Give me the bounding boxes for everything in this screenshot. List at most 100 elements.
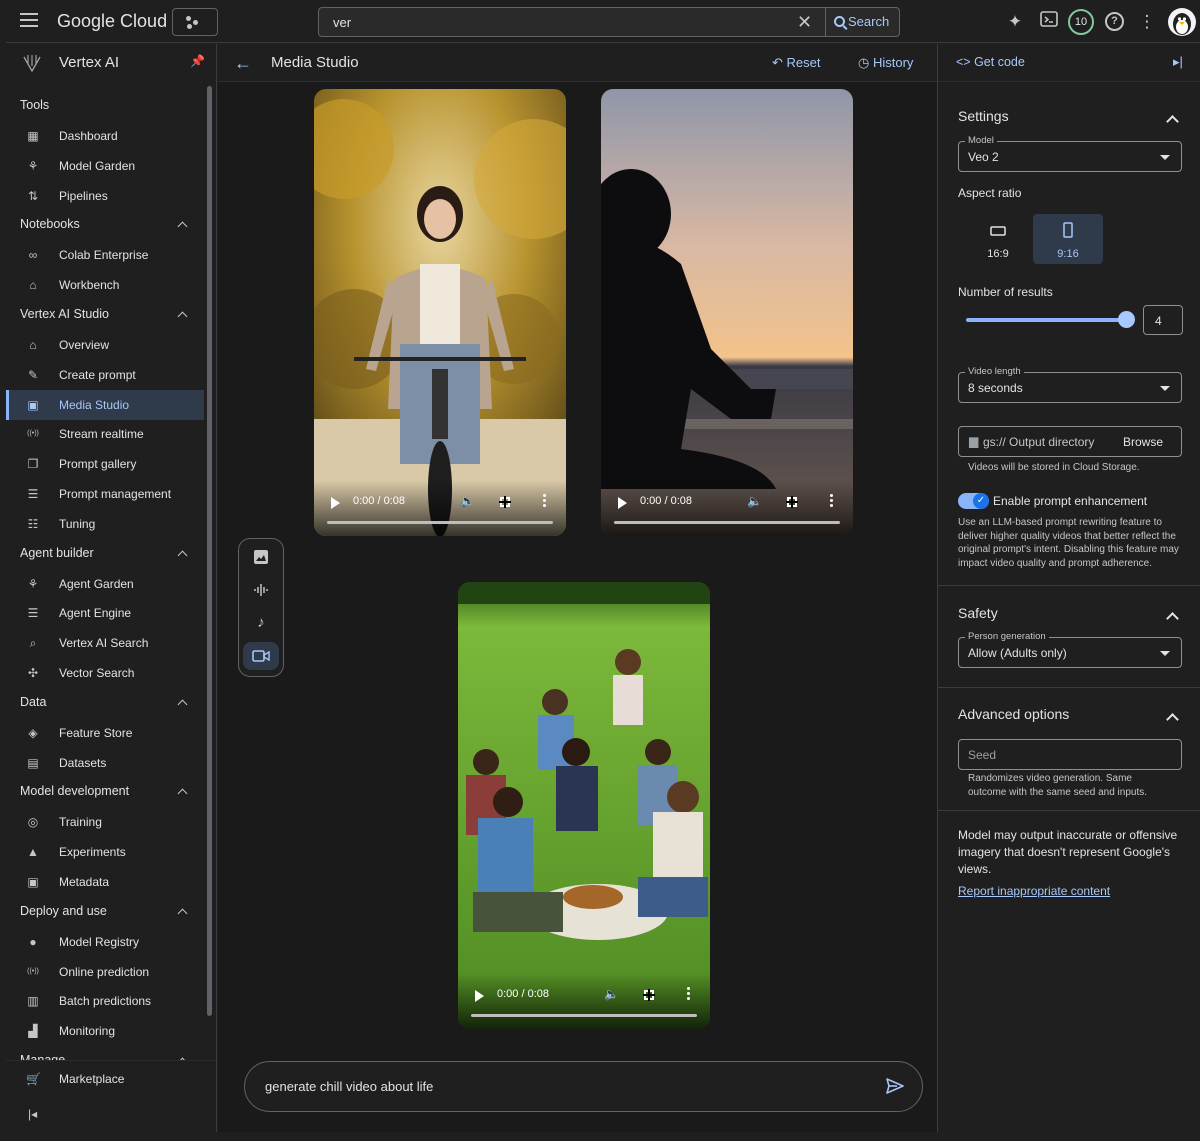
chevron-up-icon[interactable] [177,697,187,707]
sidebar-item-colab-enterprise[interactable]: ∞ Colab Enterprise [6,240,204,270]
collapse-settings-icon[interactable] [1166,112,1178,124]
search-input[interactable]: ver [333,15,351,30]
video-player-cycling[interactable]: 0:00 / 0:08 🔈 [314,89,566,536]
sidebar-item-agent-garden[interactable]: ⚘ Agent Garden [6,569,204,599]
browse-button[interactable]: Browse [1123,435,1163,449]
sidebar-item-prompt-management[interactable]: ☰ Prompt management [6,479,204,509]
volume-icon[interactable]: 🔈 [604,987,619,1001]
sidebar-item-monitoring[interactable]: ▟ Monitoring [6,1016,204,1046]
volume-icon[interactable]: 🔈 [747,494,762,508]
video-more-icon[interactable] [830,494,833,508]
sidebar-item-datasets[interactable]: ▤ Datasets [6,748,204,778]
music-note-icon[interactable]: ♪ [243,609,279,637]
gemini-spark-icon[interactable]: ✦ [1004,11,1026,33]
sidebar-item-feature-store[interactable]: ◈ Feature Store [6,718,204,748]
results-slider[interactable] [966,318,1128,322]
play-icon[interactable] [618,497,627,509]
video-player-picnic[interactable]: 0:00 / 0:08 🔈 [458,582,710,1029]
video-player-meditation[interactable]: 0:00 / 0:08 🔈 [601,89,853,536]
sidebar-section-notebooks[interactable]: Notebooks [20,217,80,231]
fullscreen-icon[interactable] [643,989,655,1001]
output-directory-input[interactable]: gs:// Output directory [983,435,1094,449]
sidebar-item-batch-predictions[interactable]: ▥ Batch predictions [6,986,204,1016]
sidebar-item-marketplace[interactable]: 🛒 Marketplace [6,1064,204,1094]
sidebar-section-data[interactable]: Data [20,695,46,709]
prompt-enhancement-toggle[interactable] [958,493,989,509]
avatar[interactable] [1168,8,1196,36]
collapse-panel-icon[interactable]: ▸| [1173,54,1183,70]
search-bar[interactable]: ver ✕ Search [318,7,900,37]
ratio-16-9-button[interactable]: 16:9 [963,214,1033,264]
sidebar-item-create-prompt[interactable]: ✎ Create prompt [6,360,204,390]
report-content-link[interactable]: Report inappropriate content [958,884,1110,898]
person-generation-select[interactable]: Person generation Allow (Adults only) [958,631,1182,668]
video-more-icon[interactable] [543,494,546,508]
sidebar-item-model-registry[interactable]: ● Model Registry [6,927,204,957]
send-icon[interactable] [885,1076,905,1096]
prompt-text[interactable]: generate chill video about life [265,1079,433,1094]
chevron-up-icon[interactable] [177,309,187,319]
sidebar-item-prompt-gallery[interactable]: ❐ Prompt gallery [6,449,204,479]
collapse-advanced-icon[interactable] [1166,710,1178,722]
play-icon[interactable] [331,497,340,509]
sidebar-item-training[interactable]: ◎ Training [6,807,204,837]
collapse-sidebar-icon[interactable]: |◂ [28,1107,37,1121]
chevron-up-icon[interactable] [177,548,187,558]
output-directory-field[interactable]: ▆ gs:// Output directory Browse [958,426,1182,457]
reset-button[interactable]: ↶ Reset [772,55,820,71]
sidebar-scrollbar[interactable] [207,86,212,1016]
video-progress-bar[interactable] [471,1014,697,1017]
chevron-up-icon[interactable] [177,906,187,916]
sidebar-item-agent-engine[interactable]: ☰ Agent Engine [6,598,204,628]
clear-search-icon[interactable]: ✕ [797,12,812,33]
sidebar-item-vector-search[interactable]: ✣ Vector Search [6,658,204,688]
seed-input[interactable]: Seed [958,739,1182,770]
sidebar-item-online-prediction[interactable]: ((•)) Online prediction [6,957,204,987]
google-cloud-logo[interactable]: Google Cloud [57,11,167,32]
sidebar-item-pipelines[interactable]: ⇅ Pipelines [6,181,204,211]
video-more-icon[interactable] [687,987,690,1001]
results-count-input[interactable]: 4 [1143,305,1183,335]
sidebar-item-media-studio[interactable]: ▣ Media Studio [6,389,204,420]
chevron-up-icon[interactable] [177,219,187,229]
search-button[interactable]: Search [825,7,901,37]
fullscreen-icon[interactable] [786,496,798,508]
sidebar-item-stream-realtime[interactable]: ((•)) Stream realtime [6,419,204,449]
audio-wave-icon[interactable] [243,576,279,604]
back-arrow-icon[interactable]: ← [234,53,252,74]
notifications-badge[interactable]: 10 [1068,9,1094,35]
video-length-select[interactable]: Video length 8 seconds [958,366,1182,403]
prompt-input[interactable]: generate chill video about life [244,1061,923,1112]
video-camera-icon[interactable] [243,642,279,670]
pin-icon[interactable]: 📌 [190,54,205,68]
image-icon[interactable] [243,543,279,571]
help-icon[interactable]: ? [1105,12,1124,31]
sidebar-item-workbench[interactable]: ⌂ Workbench [6,270,204,300]
sidebar-section-vertex-ai-studio[interactable]: Vertex AI Studio [20,307,109,321]
sidebar-item-tuning[interactable]: ☷ Tuning [6,509,204,539]
project-picker-button[interactable] [172,8,218,36]
sidebar-section-agent-builder[interactable]: Agent builder [20,546,94,560]
play-icon[interactable] [475,990,484,1002]
model-select[interactable]: Model Veo 2 [958,135,1182,172]
more-options-icon[interactable]: ⋮ [1136,11,1158,33]
menu-icon[interactable] [20,13,38,27]
chevron-up-icon[interactable] [177,786,187,796]
fullscreen-icon[interactable] [499,496,511,508]
ratio-9-16-button[interactable]: 9:16 [1033,214,1103,264]
collapse-safety-icon[interactable] [1166,609,1178,621]
sidebar-item-model-garden[interactable]: ⚘ Model Garden [6,151,204,181]
sidebar-item-metadata[interactable]: ▣ Metadata [6,867,204,897]
sidebar-item-experiments[interactable]: ▲ Experiments [6,837,204,867]
sidebar-section-deploy-and-use[interactable]: Deploy and use [20,904,107,918]
results-slider-thumb[interactable] [1118,311,1135,328]
volume-icon[interactable]: 🔈 [460,494,475,508]
get-code-button[interactable]: <> Get code [956,55,1025,69]
history-button[interactable]: ◷ History [858,55,913,71]
cloud-shell-icon[interactable] [1038,11,1060,33]
sidebar-section-model-development[interactable]: Model development [20,784,129,798]
video-progress-bar[interactable] [614,521,840,524]
sidebar-item-dashboard[interactable]: ▦ Dashboard [6,121,204,151]
sidebar-item-overview[interactable]: ⌂ Overview [6,330,204,360]
sidebar-item-vertex-ai-search[interactable]: ⌕ Vertex AI Search [6,628,204,658]
